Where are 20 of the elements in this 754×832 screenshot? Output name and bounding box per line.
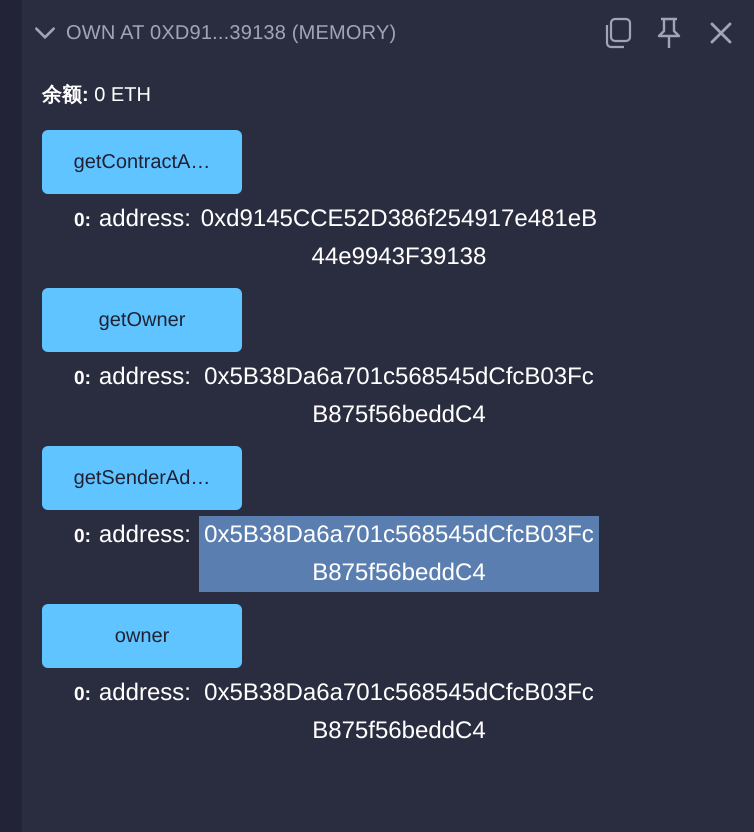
output-index: 0:: [74, 367, 91, 391]
function-button[interactable]: owner: [42, 604, 242, 668]
output-type: address:: [98, 362, 191, 392]
balance-text: 余额: 0 ETH: [40, 82, 152, 108]
address-value: 0x5B38Da6a701c568545dCfcB03FcB875f56beddC4: [203, 678, 595, 746]
instance-title[interactable]: OWN AT 0XD91...39138 (MEMORY): [66, 18, 396, 48]
output-type: address:: [98, 678, 191, 708]
output-index: 0:: [74, 209, 91, 233]
address-value: 0xd9145CCE52D386f254917e481eB44e9943F39138: [200, 204, 598, 272]
pin-icon[interactable]: [656, 17, 682, 49]
output-index: 0:: [74, 683, 91, 707]
address-value: 0x5B38Da6a701c568545dCfcB03FcB875f56beddC4: [203, 362, 595, 430]
address-value: 0x5B38Da6a701c568545dCfcB03FcB875f56beddC4: [198, 516, 599, 592]
close-icon[interactable]: [710, 22, 732, 44]
function-button[interactable]: getSenderAd…: [42, 446, 242, 510]
function-button[interactable]: getOwner: [42, 288, 242, 352]
function-button[interactable]: getContractA…: [42, 130, 242, 194]
output-type: address:: [98, 520, 191, 550]
output-type: address:: [98, 204, 191, 234]
output-index: 0:: [74, 525, 91, 549]
